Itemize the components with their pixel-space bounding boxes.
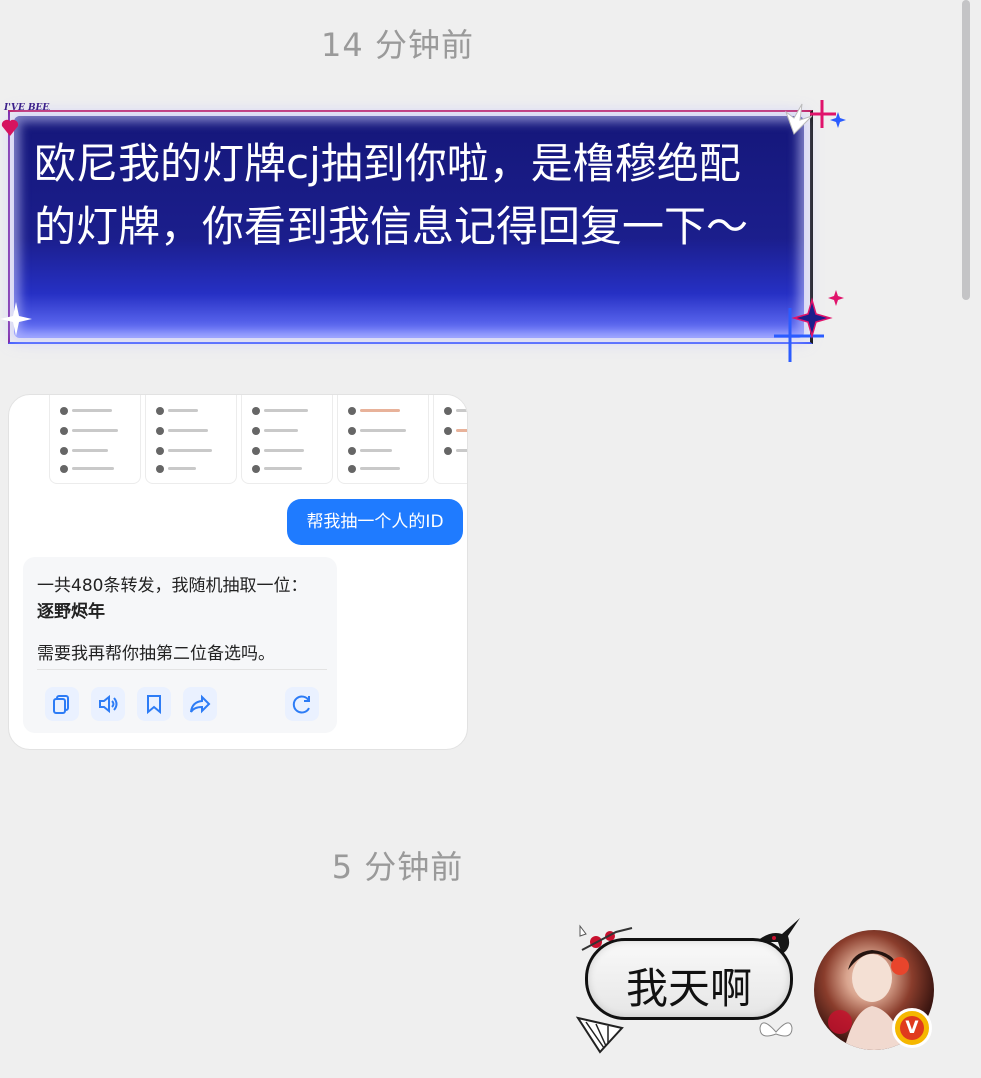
speaker-icon — [91, 687, 125, 721]
timestamp: 14 分钟前 — [321, 26, 474, 64]
sparkle-icon — [810, 100, 846, 128]
verified-badge-label: V — [900, 1016, 924, 1040]
refresh-icon — [285, 687, 319, 721]
incoming-message-text: 欧尼我的灯牌cj抽到你啦，是橹穆绝配的灯牌，你看到我信息记得回复一下～ — [34, 139, 749, 251]
sticker-text: I'VE BEEN — [3, 103, 50, 113]
answer-line: 一共480条转发，我随机抽取一位： — [37, 576, 308, 596]
verified-badge: V — [892, 1008, 932, 1048]
copy-icon — [45, 687, 79, 721]
screenshot-image-card[interactable]: 帮我抽一个人的ID 一共480条转发，我随机抽取一位： 逐野烬年 需要我再帮你抽… — [8, 394, 468, 750]
thumbnail — [145, 395, 237, 484]
share-icon — [183, 687, 217, 721]
thumbnail — [337, 395, 429, 484]
answer-name: 逐野烬年 — [37, 602, 105, 622]
timestamp: 5 分钟前 — [331, 848, 464, 886]
butterfly-icon — [759, 1022, 793, 1037]
heart-icon — [1, 119, 19, 136]
chat-screen: 14 分钟前 欧尼我的灯牌cj抽到你啦，是橹穆绝配的灯牌，你看到我信息记得回复一… — [0, 0, 981, 1078]
thumbnail — [433, 395, 467, 484]
thumbnail — [241, 395, 333, 484]
star-sparkle-icon — [774, 290, 844, 362]
folding-fan-icon — [575, 1016, 624, 1054]
outgoing-message-text: 我天啊 — [625, 964, 752, 1013]
incoming-message-bubble[interactable]: 欧尼我的灯牌cj抽到你啦，是橹穆绝配的灯牌，你看到我信息记得回复一下～ I'VE… — [0, 98, 850, 366]
scrollbar[interactable] — [962, 0, 970, 300]
sparkle-icon — [0, 302, 32, 336]
ai-answer-box: 一共480条转发，我随机抽取一位： 逐野烬年 需要我再帮你抽第二位备选吗。 — [23, 557, 337, 733]
divider — [37, 669, 327, 670]
thumbnail-strip — [9, 395, 467, 491]
answer-line: 需要我再帮你抽第二位备选吗。 — [37, 644, 275, 664]
user-prompt-bubble: 帮我抽一个人的ID — [287, 499, 463, 545]
bookmark-icon — [137, 687, 171, 721]
thumbnail — [49, 395, 141, 484]
